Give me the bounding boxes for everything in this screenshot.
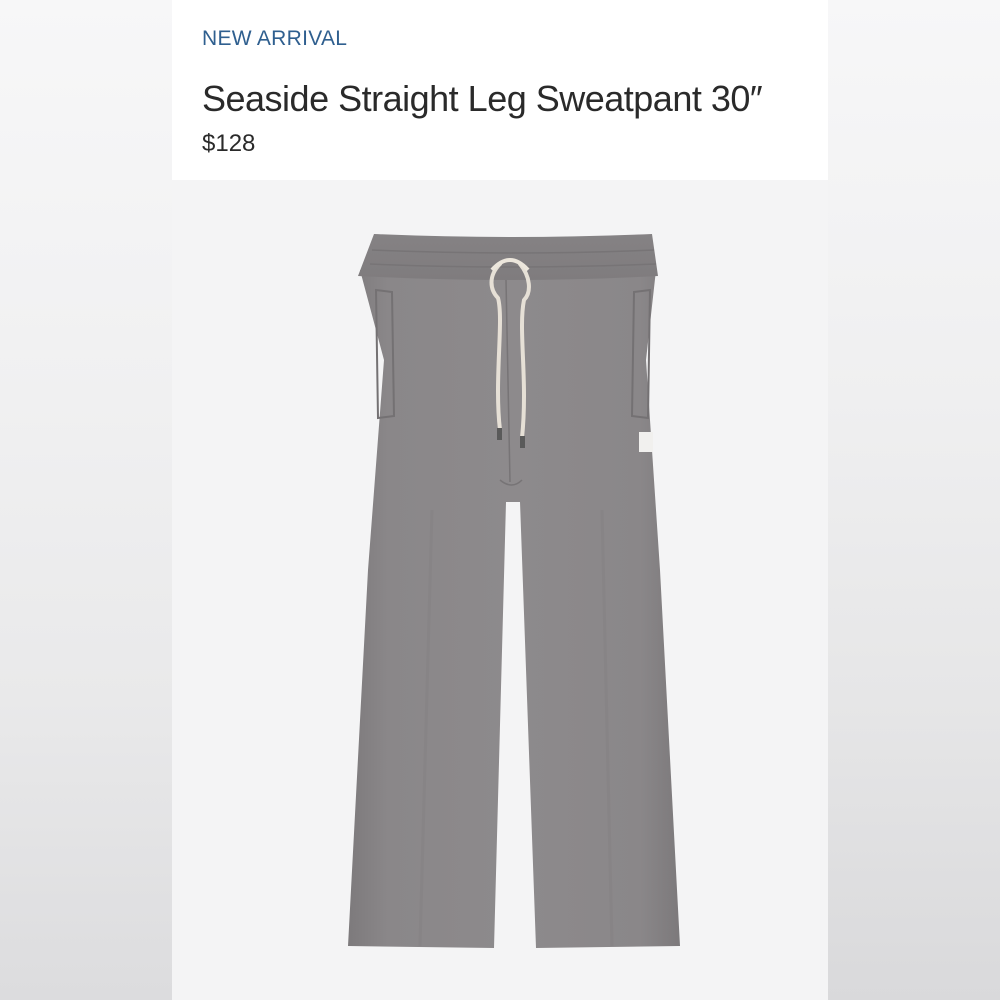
product-header: NEW ARRIVAL Seaside Straight Leg Sweatpa… xyxy=(172,0,828,180)
product-title[interactable]: Seaside Straight Leg Sweatpant 30″ xyxy=(202,78,763,120)
new-arrival-badge: NEW ARRIVAL xyxy=(202,27,348,50)
waistband xyxy=(358,234,658,280)
background-blur-right xyxy=(828,0,1000,1000)
brand-tag xyxy=(639,432,653,452)
product-price: $128 xyxy=(202,130,256,157)
sweatpant-illustration xyxy=(348,234,680,948)
product-card[interactable]: NEW ARRIVAL Seaside Straight Leg Sweatpa… xyxy=(172,0,828,1000)
background-blur-left xyxy=(0,0,172,1000)
product-image[interactable] xyxy=(172,180,828,1000)
pant-body xyxy=(348,270,680,948)
